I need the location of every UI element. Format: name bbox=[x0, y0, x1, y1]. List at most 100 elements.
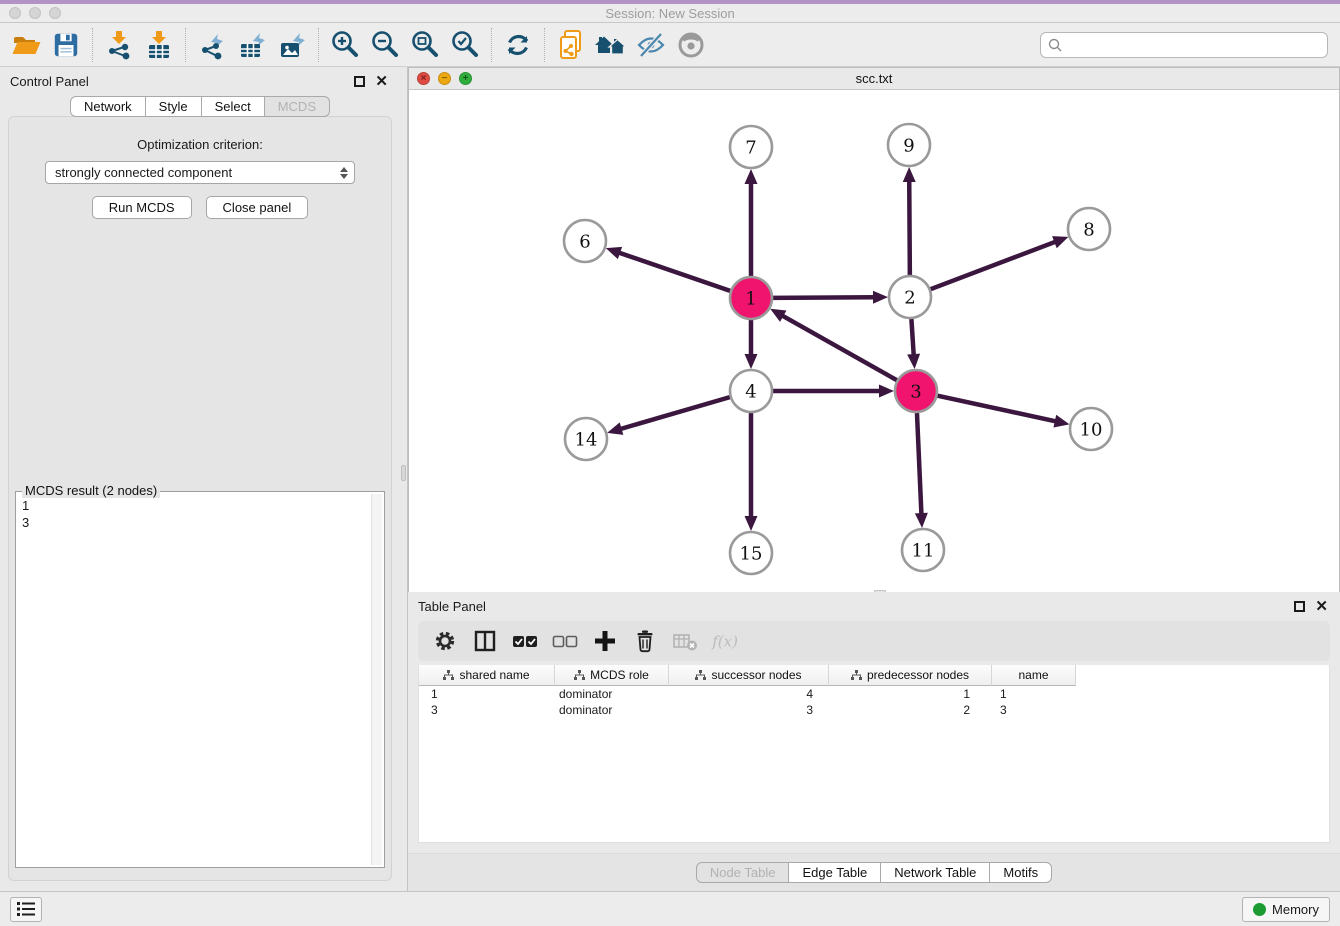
tab-style[interactable]: Style bbox=[145, 96, 202, 117]
memory-label: Memory bbox=[1272, 902, 1319, 917]
network-canvas[interactable]: 7968124314101511 bbox=[409, 90, 1339, 596]
dropdown-stepper-icon bbox=[340, 167, 348, 179]
tab-network-table[interactable]: Network Table bbox=[880, 862, 990, 883]
graph-edge-2-3[interactable] bbox=[911, 319, 913, 356]
export-network-icon[interactable] bbox=[192, 26, 232, 64]
tab-edge-table[interactable]: Edge Table bbox=[788, 862, 881, 883]
import-network-from-file-icon[interactable] bbox=[99, 26, 139, 64]
graph-edge-1-2[interactable] bbox=[773, 297, 875, 298]
list-icon bbox=[16, 900, 36, 918]
close-table-panel-icon[interactable]: ✕ bbox=[1315, 601, 1328, 612]
memory-button[interactable]: Memory bbox=[1242, 897, 1330, 922]
graph-edge-4-14[interactable] bbox=[620, 397, 730, 429]
search-input[interactable] bbox=[1063, 37, 1321, 52]
tab-network[interactable]: Network bbox=[70, 96, 146, 117]
cell-name[interactable]: 3 bbox=[992, 702, 1076, 718]
selected-criterion: strongly connected component bbox=[55, 165, 340, 180]
toolbar-separator bbox=[318, 28, 319, 62]
mcds-result-box: MCDS result (2 nodes) 1 3 bbox=[15, 491, 385, 868]
column-browser-icon[interactable] bbox=[470, 626, 500, 656]
graph-edge-2-9[interactable] bbox=[909, 180, 910, 275]
tab-motifs[interactable]: Motifs bbox=[989, 862, 1052, 883]
toolbar-separator bbox=[491, 28, 492, 62]
network-graph[interactable]: 7968124314101511 bbox=[409, 90, 1337, 591]
column-header-name[interactable]: name bbox=[992, 665, 1076, 686]
save-session-icon[interactable] bbox=[46, 26, 86, 64]
delete-table-icon[interactable] bbox=[670, 626, 700, 656]
graph-node-label: 3 bbox=[910, 382, 921, 403]
table-row[interactable]: 1 dominator 4 1 1 bbox=[419, 686, 1329, 702]
graph-node-label: 6 bbox=[579, 232, 590, 253]
zoom-out-icon[interactable] bbox=[365, 26, 405, 64]
close-panel-icon[interactable]: ✕ bbox=[375, 76, 388, 87]
new-network-from-selection-icon[interactable] bbox=[551, 26, 591, 64]
tab-mcds[interactable]: MCDS bbox=[264, 96, 330, 117]
cell-shared-name[interactable]: 1 bbox=[419, 686, 555, 702]
graph-edge-arrowhead bbox=[907, 354, 920, 369]
cell-successor-nodes[interactable]: 4 bbox=[669, 686, 829, 702]
column-header-successor-nodes[interactable]: successor nodes bbox=[669, 665, 829, 686]
status-bar: Memory bbox=[0, 891, 1340, 926]
show-graphics-details-eye-icon[interactable] bbox=[671, 26, 711, 64]
control-panel-header: Control Panel ✕ bbox=[0, 67, 400, 92]
run-mcds-button[interactable]: Run MCDS bbox=[92, 196, 192, 219]
select-all-columns-icon[interactable] bbox=[510, 626, 540, 656]
hide-selected-eye-slash-icon[interactable] bbox=[631, 26, 671, 64]
cell-shared-name[interactable]: 3 bbox=[419, 702, 555, 718]
splitter-grip[interactable] bbox=[401, 465, 406, 481]
delete-columns-trash-icon[interactable] bbox=[630, 626, 660, 656]
toolbar-separator bbox=[185, 28, 186, 62]
close-panel-button[interactable]: Close panel bbox=[206, 196, 309, 219]
column-header-predecessor-nodes[interactable]: predecessor nodes bbox=[829, 665, 992, 686]
graph-node-label: 15 bbox=[740, 544, 763, 565]
table-row[interactable]: 3 dominator 3 2 3 bbox=[419, 702, 1329, 718]
mcds-result-text[interactable]: 1 3 bbox=[18, 494, 370, 865]
graph-edge-3-1[interactable] bbox=[781, 315, 896, 380]
table-options-gear-icon[interactable] bbox=[430, 626, 460, 656]
function-builder-fx-icon[interactable]: f(x) bbox=[710, 626, 740, 656]
zoom-in-icon[interactable] bbox=[325, 26, 365, 64]
control-panel: Control Panel ✕ Network Style Select MCD… bbox=[0, 67, 400, 891]
column-header-shared-name[interactable]: shared name bbox=[419, 665, 555, 686]
export-image-icon[interactable] bbox=[272, 26, 312, 64]
column-header-mcds-role[interactable]: MCDS role bbox=[555, 665, 669, 686]
cell-successor-nodes[interactable]: 3 bbox=[669, 702, 829, 718]
graph-edge-1-6[interactable] bbox=[618, 252, 730, 290]
task-history-button[interactable] bbox=[10, 897, 42, 922]
graph-edge-3-11[interactable] bbox=[917, 413, 921, 515]
apply-layout-icon[interactable] bbox=[498, 26, 538, 64]
zoom-selected-icon[interactable] bbox=[445, 26, 485, 64]
cell-mcds-role[interactable]: dominator bbox=[555, 686, 669, 702]
result-line: 1 bbox=[22, 497, 366, 514]
float-panel-icon[interactable] bbox=[354, 76, 365, 87]
graph-node-label: 14 bbox=[575, 430, 598, 451]
create-new-column-plus-icon[interactable] bbox=[590, 626, 620, 656]
ndex-networks-icon[interactable] bbox=[591, 26, 631, 64]
tab-node-table[interactable]: Node Table bbox=[696, 862, 790, 883]
app-titlebar: Session: New Session bbox=[0, 4, 1340, 23]
cell-name[interactable]: 1 bbox=[992, 686, 1076, 702]
float-table-panel-icon[interactable] bbox=[1294, 601, 1305, 612]
unselect-all-columns-icon[interactable] bbox=[550, 626, 580, 656]
panel-splitter[interactable] bbox=[400, 67, 408, 891]
graph-node-label: 1 bbox=[745, 289, 756, 310]
zoom-fit-icon[interactable] bbox=[405, 26, 445, 64]
graph-edge-3-10[interactable] bbox=[937, 396, 1056, 422]
graph-edge-arrowhead bbox=[745, 516, 758, 531]
cell-predecessor-nodes[interactable]: 2 bbox=[829, 702, 992, 718]
result-scrollbar[interactable] bbox=[371, 494, 382, 865]
table-panel-title: Table Panel bbox=[418, 599, 486, 614]
graph-node-label: 10 bbox=[1080, 420, 1103, 441]
cell-predecessor-nodes[interactable]: 1 bbox=[829, 686, 992, 702]
tab-select[interactable]: Select bbox=[201, 96, 265, 117]
optimization-criterion-select[interactable]: strongly connected component bbox=[45, 161, 355, 184]
graph-edge-2-8[interactable] bbox=[931, 241, 1057, 289]
import-table-from-file-icon[interactable] bbox=[139, 26, 179, 64]
open-session-icon[interactable] bbox=[6, 26, 46, 64]
toolbar-separator bbox=[544, 28, 545, 62]
export-table-icon[interactable] bbox=[232, 26, 272, 64]
cell-mcds-role[interactable]: dominator bbox=[555, 702, 669, 718]
search-field[interactable] bbox=[1040, 32, 1328, 58]
table-toolbar: f(x) bbox=[418, 621, 1330, 661]
table-tabstrip: Node Table Edge Table Network Table Moti… bbox=[408, 853, 1340, 891]
